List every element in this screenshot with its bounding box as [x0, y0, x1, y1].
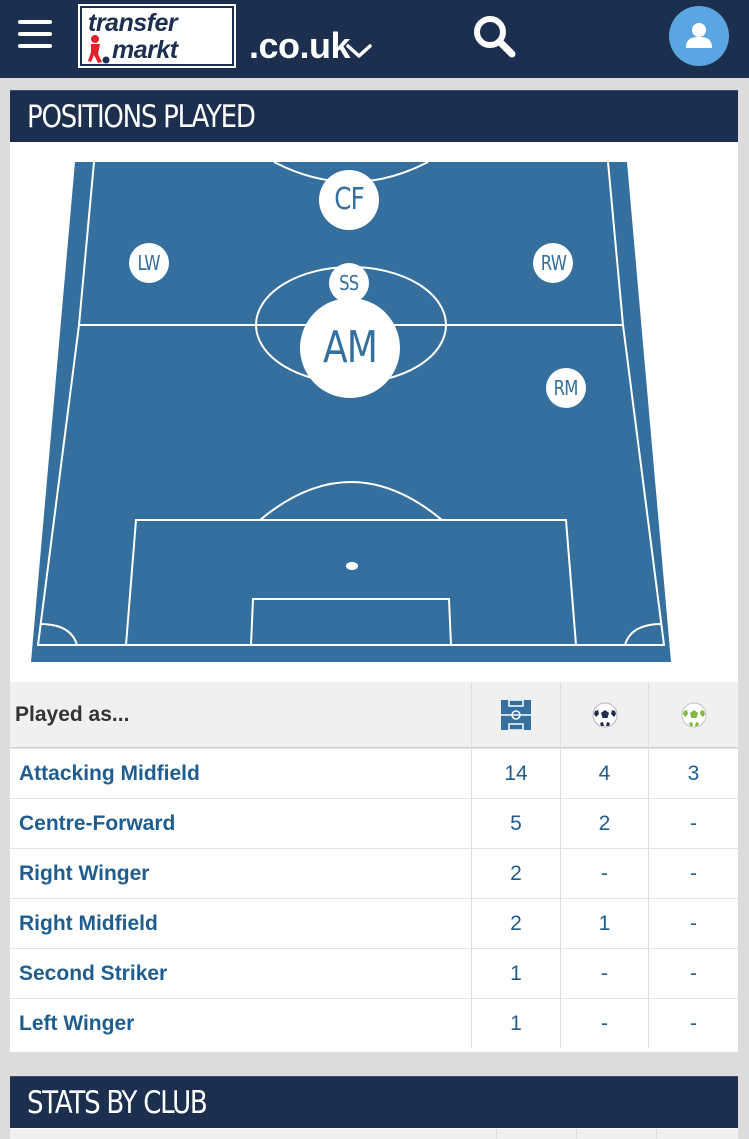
- apps-cell: 1: [510, 1011, 522, 1035]
- position-link[interactable]: Right Midfield: [19, 912, 158, 936]
- apps-cell: 5: [510, 811, 522, 835]
- site-logo[interactable]: transfer markt: [78, 4, 236, 68]
- pitch-diagram: CF LW RW SS AM RM: [10, 142, 738, 682]
- stats-by-club-card: STATS BY CLUB: [10, 1076, 738, 1139]
- position-link[interactable]: Centre-Forward: [19, 812, 175, 836]
- assists-cell: -: [690, 1011, 697, 1035]
- played-as-header: Played as...: [15, 702, 130, 726]
- menu-icon[interactable]: [18, 20, 52, 50]
- position-link[interactable]: Attacking Midfield: [19, 762, 200, 786]
- user-icon: [686, 23, 712, 48]
- user-account-button[interactable]: [669, 6, 729, 66]
- positions-table: Played as... Attacking Midfield 14 4 3 C…: [10, 682, 738, 1048]
- card-title: STATS BY CLUB: [27, 1085, 208, 1121]
- goals-cell: -: [601, 861, 608, 885]
- apps-cell: 1: [510, 961, 522, 985]
- pitch-marker-rw[interactable]: RW: [533, 243, 573, 283]
- position-link[interactable]: Left Winger: [19, 1012, 134, 1036]
- chevron-down-icon[interactable]: [345, 42, 373, 60]
- stats-table-header-strip: [10, 1129, 738, 1139]
- assists-cell: 3: [687, 761, 700, 785]
- assists-cell: -: [690, 811, 697, 835]
- pitch-marker-lw[interactable]: LW: [129, 243, 169, 283]
- table-row: Second Striker 1 - -: [10, 948, 738, 998]
- assists-cell: -: [690, 861, 697, 885]
- logo-text-line1: transfer: [88, 9, 178, 37]
- goals-cell: 4: [598, 761, 611, 785]
- goals-cell: 1: [598, 911, 611, 935]
- logo-text-line2: markt: [112, 36, 178, 64]
- assists-cell: -: [690, 961, 697, 985]
- search-icon[interactable]: [471, 13, 517, 59]
- assists-cell: -: [690, 911, 697, 935]
- position-link[interactable]: Second Striker: [19, 962, 167, 986]
- position-link[interactable]: Right Winger: [19, 862, 149, 886]
- pitch-marker-cf[interactable]: CF: [319, 170, 379, 230]
- pitch-marker-rm[interactable]: RM: [546, 368, 586, 408]
- table-row: Centre-Forward 5 2 -: [10, 798, 738, 848]
- logo-player-icon: [88, 35, 110, 64]
- goals-cell: 2: [598, 811, 611, 835]
- table-row: Right Midfield 2 1 -: [10, 898, 738, 948]
- table-header-row: Played as...: [10, 682, 738, 748]
- domain-selector[interactable]: .co.uk: [249, 28, 351, 64]
- pitch-graphic: [31, 162, 671, 662]
- table-row: Right Winger 2 - -: [10, 848, 738, 898]
- pitch-marker-ss[interactable]: SS: [329, 263, 369, 303]
- goals-cell: -: [601, 1011, 608, 1035]
- goals-cell: -: [601, 961, 608, 985]
- card-header: POSITIONS PLAYED: [10, 90, 738, 142]
- card-title: POSITIONS PLAYED: [27, 99, 256, 135]
- positions-played-card: POSITIONS PLAYED CF LW RW SS AM RM Playe…: [10, 90, 738, 1052]
- apps-cell: 2: [510, 911, 522, 935]
- table-row: Attacking Midfield 14 4 3: [10, 748, 738, 798]
- table-row: Left Winger 1 - -: [10, 998, 738, 1048]
- pitch-icon: [501, 699, 531, 730]
- apps-cell: 14: [504, 761, 528, 785]
- assist-ball-icon: [681, 702, 706, 727]
- apps-cell: 2: [510, 861, 522, 885]
- goal-ball-icon: [592, 702, 617, 727]
- top-header: transfer markt .co.uk: [0, 0, 749, 78]
- pitch-marker-am[interactable]: AM: [300, 298, 400, 398]
- card-header: STATS BY CLUB: [10, 1076, 738, 1128]
